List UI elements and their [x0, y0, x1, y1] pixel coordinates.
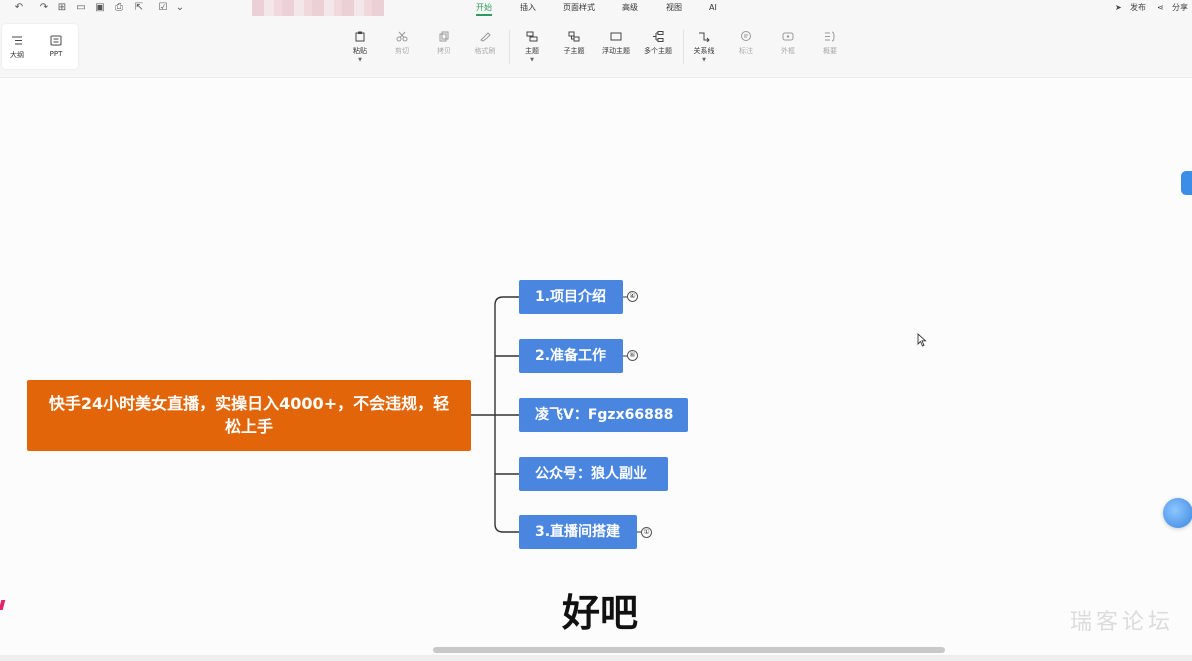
collapse-count-badge[interactable]: ①: [641, 527, 652, 538]
topic-node-live-room-setup[interactable]: 3.直播间搭建: [519, 515, 637, 549]
topic-node-project-intro[interactable]: 1.项目介绍: [519, 280, 623, 314]
status-bar: [0, 655, 1192, 661]
root-topic[interactable]: 快手24小时美女直播，实操日入4000+，不会违规，轻松上手: [27, 380, 471, 451]
video-subtitle: 好吧: [561, 591, 638, 635]
assistant-float-button[interactable]: [1163, 498, 1192, 528]
collapse-count-badge[interactable]: ⑥: [627, 350, 638, 361]
topic-node-preparation[interactable]: 2.准备工作: [519, 339, 623, 373]
watermark: 瑞客论坛: [1070, 610, 1175, 635]
mouse-cursor-icon: [917, 333, 927, 347]
topic-node-wechat-account[interactable]: 公众号：狼人副业: [519, 457, 668, 491]
side-float-tab[interactable]: [1181, 171, 1192, 195]
mindmap-connectors: [471, 296, 641, 533]
topic-node-contact[interactable]: 凌飞V：Fgzx66888: [519, 398, 688, 432]
collapse-count-badge[interactable]: ④: [627, 291, 638, 302]
horizontal-scrollbar[interactable]: [433, 647, 945, 653]
